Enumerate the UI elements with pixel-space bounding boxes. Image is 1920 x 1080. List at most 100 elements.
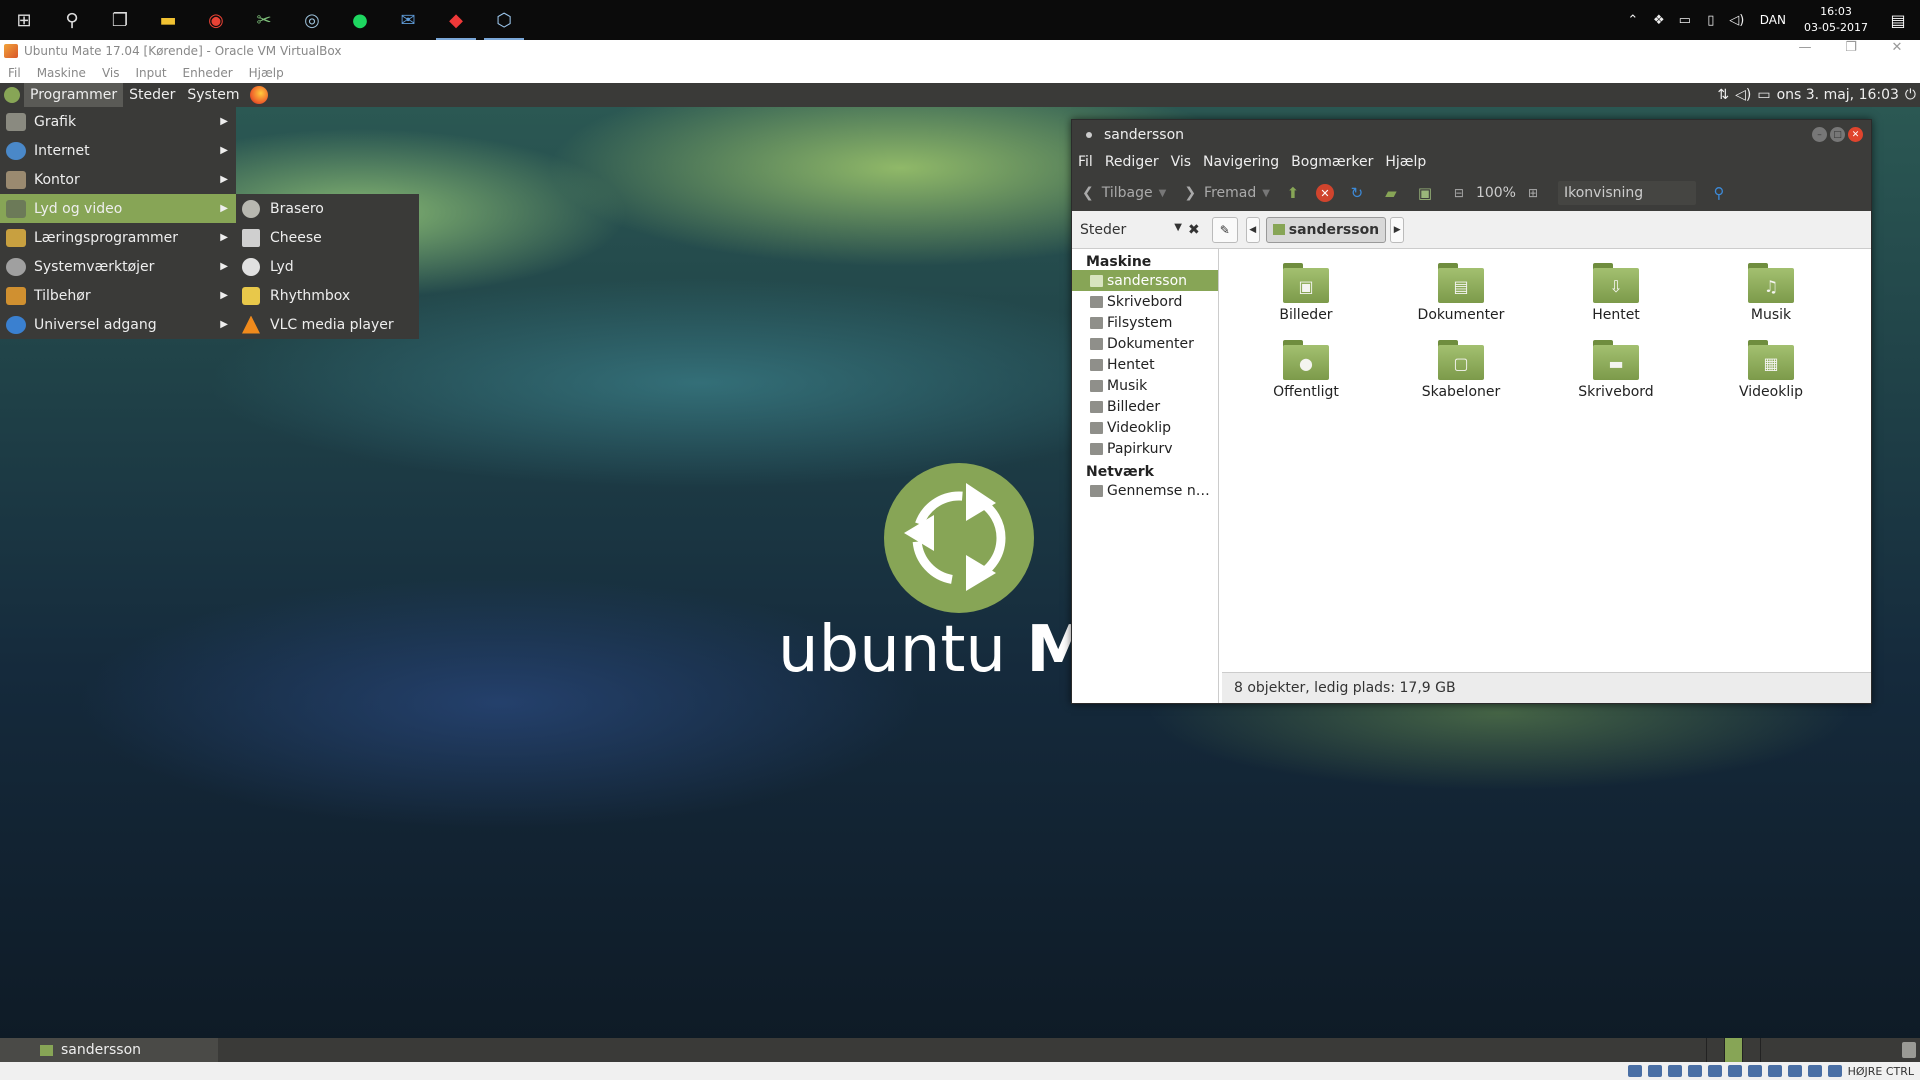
- sidebar-item-hentet[interactable]: Hentet: [1072, 354, 1218, 375]
- scissors-icon[interactable]: ✂: [240, 0, 288, 40]
- app-category-laeringsprogrammer[interactable]: Læringsprogrammer ▶: [0, 223, 236, 252]
- reload-icon[interactable]: ↻: [1346, 182, 1368, 204]
- caja-titlebar[interactable]: sandersson – □ ✕: [1072, 120, 1871, 149]
- shared-folder-icon[interactable]: [1727, 1065, 1742, 1077]
- vbox-menu-item[interactable]: Maskine: [37, 66, 86, 80]
- battery-icon[interactable]: ▭: [1757, 87, 1770, 103]
- video-capture-icon[interactable]: [1767, 1065, 1782, 1077]
- caja-menu-item[interactable]: Vis: [1171, 154, 1191, 170]
- path-right-button[interactable]: ▶: [1390, 216, 1405, 243]
- app-category-systemvaerktojer[interactable]: Systemværktøjer ▶: [0, 252, 236, 281]
- search-icon[interactable]: ⚲: [48, 0, 96, 40]
- spotify-icon[interactable]: ●: [336, 0, 384, 40]
- folder-billeder[interactable]: ▣ Billeder: [1246, 263, 1366, 323]
- menu-programmer[interactable]: Programmer: [24, 83, 124, 107]
- window-menu-icon[interactable]: [1086, 131, 1092, 138]
- sidebar-item-videoklip[interactable]: Videoklip: [1072, 417, 1218, 438]
- folder-dokumenter[interactable]: ▤ Dokumenter: [1401, 263, 1521, 323]
- dropbox-icon[interactable]: ❖: [1646, 13, 1672, 28]
- app-rhythmbox[interactable]: Rhythmbox: [236, 281, 419, 310]
- caja-menu-item[interactable]: Navigering: [1203, 154, 1279, 170]
- forward-button[interactable]: ❯ Fremad: [1184, 185, 1256, 201]
- chrome-icon[interactable]: ◉: [192, 0, 240, 40]
- network-arrows-icon[interactable]: ⇅: [1717, 87, 1729, 103]
- network-icon[interactable]: ▯: [1698, 13, 1724, 28]
- app-category-lyd-og-video[interactable]: Lyd og video ▶: [0, 194, 236, 223]
- stop-icon[interactable]: ✕: [1315, 184, 1334, 202]
- vbox-menu-item[interactable]: Vis: [102, 66, 120, 80]
- caja-menu-item[interactable]: Hjælp: [1385, 154, 1426, 170]
- vbox-menu-item[interactable]: Hjælp: [249, 66, 284, 80]
- sidebar-item-gennemse-netvaerk[interactable]: Gennemse n…: [1072, 480, 1218, 501]
- language-indicator[interactable]: DAN: [1750, 13, 1796, 27]
- path-segment-sandersson[interactable]: sandersson: [1265, 216, 1387, 243]
- zoom-out-icon[interactable]: ⊟: [1448, 182, 1470, 204]
- minimize-button[interactable]: —: [1782, 40, 1828, 55]
- vbox-menu-item[interactable]: Enheder: [183, 66, 233, 80]
- workspace-2[interactable]: [1724, 1038, 1742, 1062]
- panel-clock[interactable]: ons 3. maj, 16:03: [1777, 87, 1899, 103]
- maximize-button[interactable]: □: [1830, 127, 1845, 142]
- notification-icon[interactable]: ▤: [1876, 11, 1920, 30]
- app-cheese[interactable]: Cheese: [236, 223, 419, 252]
- folder-skrivebord[interactable]: ▬ Skrivebord: [1556, 340, 1676, 400]
- network-adapter-icon[interactable]: [1687, 1065, 1702, 1077]
- clock[interactable]: 16:03 03-05-2017: [1796, 4, 1876, 36]
- cpu-icon[interactable]: [1787, 1065, 1802, 1077]
- firefox-icon[interactable]: [249, 86, 268, 104]
- search-icon[interactable]: ⚲: [1708, 182, 1730, 204]
- close-button[interactable]: ✕: [1848, 127, 1863, 142]
- sidebar-item-skrivebord[interactable]: Skrivebord: [1072, 291, 1218, 312]
- places-select[interactable]: Steder ▼: [1080, 222, 1188, 238]
- workspace-3[interactable]: [1742, 1038, 1760, 1062]
- workspace-1[interactable]: [1706, 1038, 1724, 1062]
- app-category-internet[interactable]: Internet ▶: [0, 136, 236, 165]
- computer-icon[interactable]: ▣: [1414, 182, 1436, 204]
- close-sidebar-icon[interactable]: ✖: [1188, 222, 1200, 238]
- task-view-icon[interactable]: ❐: [96, 0, 144, 40]
- sidebar-item-billeder[interactable]: Billeder: [1072, 396, 1218, 417]
- folder-videoklip[interactable]: ▦ Videoklip: [1711, 340, 1831, 400]
- app-brasero[interactable]: Brasero: [236, 194, 419, 223]
- view-mode-select[interactable]: Ikonvisning: [1557, 181, 1696, 205]
- vivaldi-icon[interactable]: ◆: [432, 0, 480, 40]
- vbox-menu-item[interactable]: Input: [135, 66, 166, 80]
- menu-system[interactable]: System: [181, 83, 245, 107]
- sidebar-item-filsystem[interactable]: Filsystem: [1072, 312, 1218, 333]
- taskbar-window-sandersson[interactable]: sandersson: [18, 1038, 218, 1062]
- optical-drive-icon[interactable]: [1647, 1065, 1662, 1077]
- menu-steder[interactable]: Steder: [123, 83, 181, 107]
- app-lyd[interactable]: Lyd: [236, 252, 419, 281]
- audio-device-icon[interactable]: [1667, 1065, 1682, 1077]
- zoom-in-icon[interactable]: ⊞: [1522, 182, 1544, 204]
- restore-button[interactable]: ❐: [1828, 40, 1874, 55]
- path-left-button[interactable]: ◀: [1245, 216, 1260, 243]
- dropdown-arrow-icon[interactable]: ▼: [1159, 188, 1167, 199]
- app-category-kontor[interactable]: Kontor ▶: [0, 165, 236, 194]
- folder-offentligt[interactable]: ● Offentligt: [1246, 340, 1366, 400]
- workspace-4[interactable]: [1760, 1038, 1778, 1062]
- sidebar-item-musik[interactable]: Musik: [1072, 375, 1218, 396]
- virtualbox-icon[interactable]: ⬡: [480, 0, 528, 40]
- up-arrow-icon[interactable]: ⬆: [1282, 182, 1304, 204]
- folder-musik[interactable]: ♫ Musik: [1711, 263, 1831, 323]
- display-icon[interactable]: [1747, 1065, 1762, 1077]
- caja-menu-item[interactable]: Bogmærker: [1291, 154, 1373, 170]
- power-icon[interactable]: ⏻: [1905, 87, 1916, 103]
- volume-icon[interactable]: ◁): [1724, 13, 1750, 28]
- sidebar-item-sandersson[interactable]: sandersson: [1072, 270, 1218, 291]
- mail-icon[interactable]: ✉: [384, 0, 432, 40]
- folder-icon[interactable]: ▬: [144, 0, 192, 40]
- hdd-icon[interactable]: [1627, 1065, 1642, 1077]
- dropdown-arrow-icon[interactable]: ▼: [1262, 188, 1270, 199]
- volume-icon[interactable]: ◁): [1735, 87, 1751, 103]
- show-desktop-button[interactable]: [0, 1038, 18, 1062]
- close-button[interactable]: ✕: [1874, 40, 1920, 55]
- caja-menu-item[interactable]: Rediger: [1105, 154, 1159, 170]
- folder-skabeloner[interactable]: ▢ Skabeloner: [1401, 340, 1521, 400]
- windows-logo-icon[interactable]: ⊞: [0, 0, 48, 40]
- sidebar-item-papirkurv[interactable]: Papirkurv: [1072, 438, 1218, 459]
- chevron-up-icon[interactable]: ⌃: [1620, 13, 1646, 28]
- mouse-integration-icon[interactable]: [1807, 1065, 1822, 1077]
- minimize-button[interactable]: –: [1812, 127, 1827, 142]
